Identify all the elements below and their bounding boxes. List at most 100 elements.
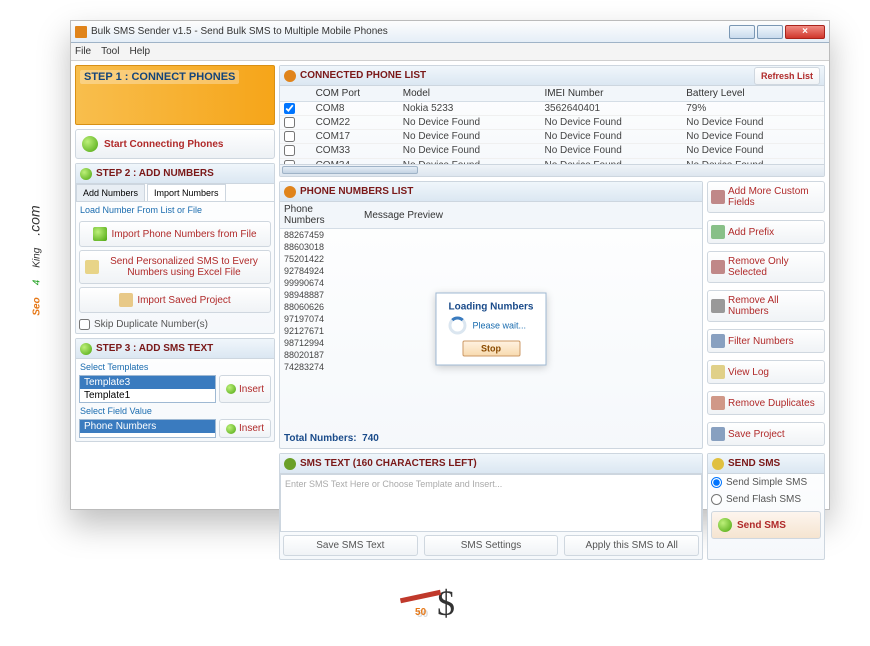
add-custom-fields-button[interactable]: Add More Custom Fields bbox=[707, 181, 825, 213]
step1-banner: STEP 1 : CONNECT PHONES bbox=[75, 65, 275, 125]
menu-help[interactable]: Help bbox=[129, 46, 150, 57]
titlebar: Bulk SMS Sender v1.5 - Send Bulk SMS to … bbox=[71, 21, 829, 43]
view-log-button[interactable]: View Log bbox=[707, 360, 825, 384]
minimize-button[interactable] bbox=[729, 25, 755, 39]
number-row[interactable]: 92127671 bbox=[280, 325, 360, 337]
menu-file[interactable]: File bbox=[75, 46, 91, 57]
connected-phone-table: COM PortModelIMEI NumberBattery Level CO… bbox=[280, 86, 824, 164]
phone-icon bbox=[284, 70, 296, 82]
window-title: Bulk SMS Sender v1.5 - Send Bulk SMS to … bbox=[91, 26, 727, 37]
number-row[interactable]: 75201422 bbox=[280, 253, 360, 265]
select-field-label: Select Field Value bbox=[76, 403, 274, 419]
please-wait-label: Please wait... bbox=[472, 321, 526, 331]
row-checkbox[interactable] bbox=[284, 131, 295, 142]
remove-selected-button[interactable]: Remove Only Selected bbox=[707, 251, 825, 283]
send-flash-radio[interactable]: Send Flash SMS bbox=[708, 491, 824, 508]
personalized-sms-button[interactable]: Send Personalized SMS to Every Numbers u… bbox=[79, 250, 271, 284]
menubar: File Tool Help bbox=[71, 43, 829, 61]
import-saved-button[interactable]: Import Saved Project bbox=[79, 287, 271, 313]
number-row[interactable]: 98712994 bbox=[280, 337, 360, 349]
loading-title: Loading Numbers bbox=[448, 302, 533, 313]
horizontal-scrollbar[interactable] bbox=[280, 164, 824, 176]
remove-all-button[interactable]: Remove All Numbers bbox=[707, 290, 825, 322]
list-icon bbox=[284, 186, 296, 198]
import-from-file-button[interactable]: Import Phone Numbers from File bbox=[79, 221, 271, 247]
step2-title: STEP 2 : ADD NUMBERS bbox=[96, 168, 214, 179]
save-sms-button[interactable]: Save SMS Text bbox=[283, 535, 418, 556]
send-icon bbox=[718, 518, 732, 532]
menu-tool[interactable]: Tool bbox=[101, 46, 119, 57]
insert-template-button[interactable]: Insert bbox=[219, 375, 271, 403]
template-option[interactable]: Template3 bbox=[80, 376, 215, 389]
field-option[interactable]: Phone Numbers bbox=[80, 420, 215, 433]
start-connecting-label: Start Connecting Phones bbox=[104, 139, 223, 150]
skip-duplicate-checkbox[interactable]: Skip Duplicate Number(s) bbox=[76, 316, 274, 333]
connect-icon bbox=[82, 136, 98, 152]
tab-add-numbers[interactable]: Add Numbers bbox=[76, 184, 145, 201]
app-window: Bulk SMS Sender v1.5 - Send Bulk SMS to … bbox=[70, 20, 830, 510]
tab-import-numbers[interactable]: Import Numbers bbox=[147, 184, 226, 201]
number-row[interactable]: 92784924 bbox=[280, 265, 360, 277]
excel-icon bbox=[85, 260, 99, 274]
table-icon bbox=[711, 190, 725, 204]
plus-icon bbox=[711, 225, 725, 239]
duplicate-icon bbox=[711, 396, 725, 410]
sms-settings-button[interactable]: SMS Settings bbox=[424, 535, 559, 556]
step-icon bbox=[80, 168, 92, 180]
step3-title: STEP 3 : ADD SMS TEXT bbox=[96, 343, 213, 354]
row-checkbox[interactable] bbox=[284, 117, 295, 128]
template-option[interactable]: Template1 bbox=[80, 389, 215, 402]
numbers-title: PHONE NUMBERS LIST bbox=[300, 186, 413, 197]
stop-button[interactable]: Stop bbox=[462, 341, 520, 357]
send-simple-radio[interactable]: Send Simple SMS bbox=[708, 474, 824, 491]
refresh-list-button[interactable]: Refresh List bbox=[754, 67, 820, 85]
price-label: 50 $ bbox=[0, 557, 870, 631]
number-row[interactable]: 98948887 bbox=[280, 289, 360, 301]
loading-dialog: Loading Numbers Please wait... Stop bbox=[435, 293, 546, 366]
number-row[interactable]: 74283274 bbox=[280, 361, 360, 373]
filter-icon bbox=[711, 334, 725, 348]
brand-seo: Seo bbox=[32, 297, 43, 315]
trash-icon bbox=[711, 260, 725, 274]
send-sms-button[interactable]: Send SMS bbox=[711, 511, 821, 539]
download-icon bbox=[93, 227, 107, 241]
select-templates-label: Select Templates bbox=[76, 359, 274, 375]
number-row[interactable]: 97197074 bbox=[280, 313, 360, 325]
sms-text-input[interactable]: Enter SMS Text Here or Choose Template a… bbox=[280, 474, 702, 532]
table-row[interactable]: COM22No Device FoundNo Device FoundNo De… bbox=[280, 116, 824, 130]
connected-title: CONNECTED PHONE LIST bbox=[300, 70, 750, 81]
folder-icon bbox=[119, 293, 133, 307]
number-row[interactable]: 88267459 bbox=[280, 229, 360, 241]
brand-com: .com bbox=[27, 205, 43, 235]
step1-title: STEP 1 : CONNECT PHONES bbox=[80, 70, 239, 84]
number-row[interactable]: 88060626 bbox=[280, 301, 360, 313]
number-row[interactable]: 88603018 bbox=[280, 241, 360, 253]
table-row[interactable]: COM17No Device FoundNo Device FoundNo De… bbox=[280, 130, 824, 144]
table-row[interactable]: COM33No Device FoundNo Device FoundNo De… bbox=[280, 144, 824, 158]
number-row[interactable]: 99990674 bbox=[280, 277, 360, 289]
field-list[interactable]: Phone Numbers bbox=[79, 419, 216, 438]
save-project-button[interactable]: Save Project bbox=[707, 422, 825, 446]
app-icon bbox=[75, 26, 87, 38]
spinner-icon bbox=[448, 317, 466, 335]
load-label: Load Number From List or File bbox=[76, 202, 274, 218]
filter-numbers-button[interactable]: Filter Numbers bbox=[707, 329, 825, 353]
close-button[interactable]: × bbox=[785, 25, 825, 39]
table-row[interactable]: COM8Nokia 5233356264040179% bbox=[280, 102, 824, 116]
start-connecting-button[interactable]: Start Connecting Phones bbox=[75, 129, 275, 159]
log-icon bbox=[711, 365, 725, 379]
row-checkbox[interactable] bbox=[284, 103, 295, 114]
template-list[interactable]: Template3 Template1 bbox=[79, 375, 216, 403]
add-prefix-button[interactable]: Add Prefix bbox=[707, 220, 825, 244]
sms-text-title: SMS TEXT (160 CHARACTERS LEFT) bbox=[300, 458, 477, 469]
trash-all-icon bbox=[711, 299, 725, 313]
remove-duplicates-button[interactable]: Remove Duplicates bbox=[707, 391, 825, 415]
insert-icon bbox=[226, 384, 236, 394]
apply-all-button[interactable]: Apply this SMS to All bbox=[564, 535, 699, 556]
send-sms-title: SEND SMS bbox=[728, 458, 780, 469]
row-checkbox[interactable] bbox=[284, 145, 295, 156]
number-row[interactable]: 88020187 bbox=[280, 349, 360, 361]
maximize-button[interactable] bbox=[757, 25, 783, 39]
total-value: 740 bbox=[362, 433, 379, 444]
insert-field-button[interactable]: Insert bbox=[219, 419, 271, 438]
